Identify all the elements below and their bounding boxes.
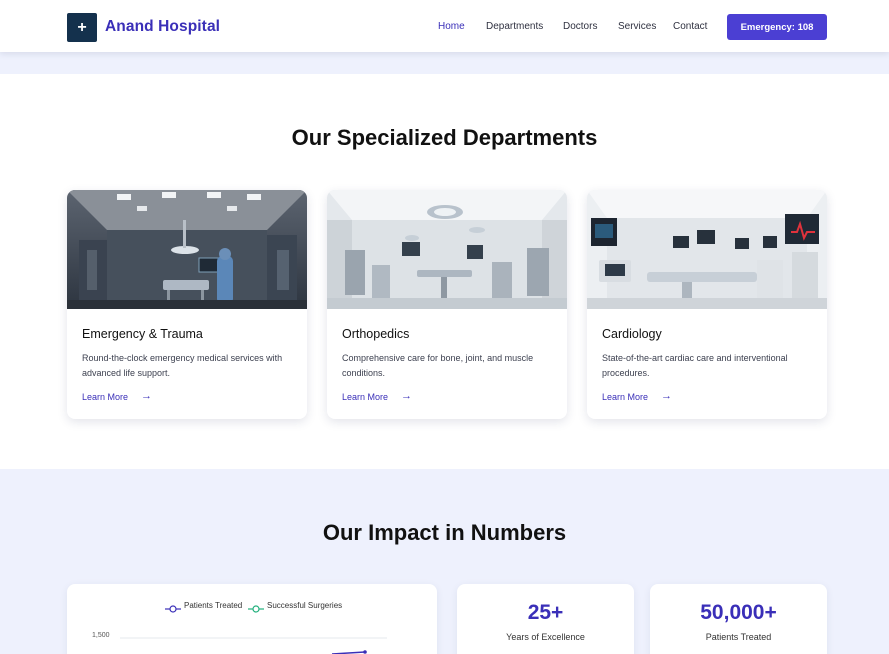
stat-label: Years of Excellence (506, 632, 585, 642)
series-point-patients-treated (363, 650, 367, 654)
card-description: Round-the-clock emergency medical servic… (82, 353, 283, 378)
site-header: + Anand Hospital Home Departments Doctor… (0, 0, 889, 52)
arrow-right-icon[interactable]: → (661, 390, 672, 402)
nav-services[interactable]: Services (618, 21, 656, 32)
nav-departments[interactable]: Departments (486, 21, 543, 32)
card-description: Comprehensive care for bone, joint, and … (342, 353, 534, 378)
department-card-orthopedics[interactable]: Orthopedics Comprehensive care for bone,… (327, 190, 567, 419)
departments-title: Our Specialized Departments (291, 125, 598, 150)
card-title: Cardiology (602, 327, 662, 341)
stat-value: 25+ (527, 601, 564, 624)
cardiac-lab-image (587, 190, 827, 309)
operating-room-image (327, 190, 567, 309)
nav-home[interactable]: Home (438, 21, 465, 32)
learn-more-link[interactable]: Learn More (82, 392, 128, 402)
impact-title: Our Impact in Numbers (322, 520, 567, 545)
arrow-right-icon[interactable]: → (401, 390, 412, 402)
emergency-button[interactable]: Emergency: 108 (727, 14, 827, 40)
impact-chart-card: 1,500 (67, 584, 437, 654)
department-card-emergency[interactable]: Emergency & Trauma Round-the-clock emerg… (67, 190, 307, 419)
stat-label: Patients Treated (705, 632, 772, 642)
nav-contact[interactable]: Contact (673, 21, 707, 32)
stat-card-years: 25+ Years of Excellence (457, 584, 634, 654)
hospital-cross-icon[interactable]: + (67, 13, 97, 42)
department-card-cardiology[interactable]: Cardiology State-of-the-art cardiac care… (587, 190, 827, 419)
impact-line-chart (120, 637, 387, 654)
arrow-right-icon[interactable]: → (141, 390, 152, 402)
legend-marker-patients-treated (165, 605, 181, 613)
legend-label-patients-treated: Patients Treated (184, 601, 243, 610)
emergency-room-image (67, 190, 307, 309)
nav-doctors[interactable]: Doctors (563, 21, 597, 32)
learn-more-link[interactable]: Learn More (602, 392, 648, 402)
brand-name[interactable]: Anand Hospital (105, 18, 220, 36)
card-title: Emergency & Trauma (82, 327, 203, 341)
y-tick-label: 1,500 (92, 632, 110, 639)
legend-marker-successful-surgeries (248, 605, 264, 613)
card-title: Orthopedics (342, 327, 410, 341)
legend-label-successful-surgeries: Successful Surgeries (267, 601, 343, 610)
card-description: State-of-the-art cardiac care and interv… (602, 353, 788, 378)
stat-card-patients: 50,000+ Patients Treated (650, 584, 827, 654)
learn-more-link[interactable]: Learn More (342, 392, 388, 402)
stat-value: 50,000+ (700, 601, 777, 624)
